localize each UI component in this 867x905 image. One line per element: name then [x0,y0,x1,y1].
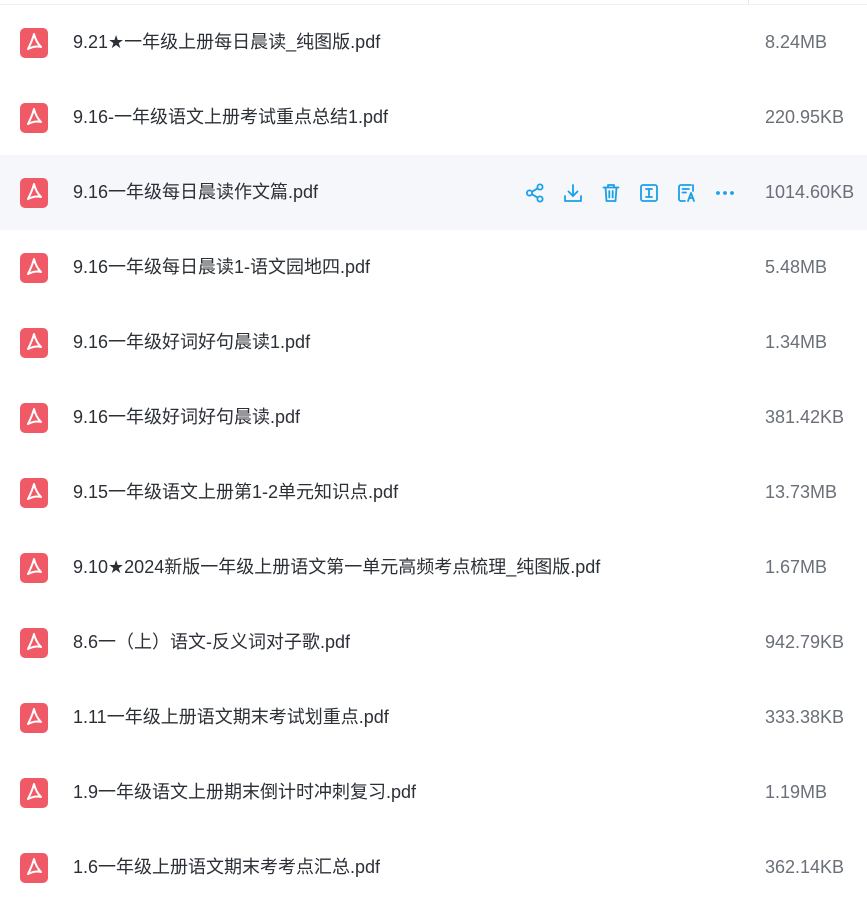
pdf-file-icon [20,853,48,883]
file-size: 8.24MB [765,32,828,52]
pdf-file-icon [20,478,48,508]
file-row[interactable]: 9.16一年级好词好句晨读1.pdf 1.34MB [0,305,867,380]
file-row-hovered[interactable]: 9.16一年级每日晨读作文篇.pdf 1014.60KB [0,155,867,230]
pdf-file-icon [20,253,48,283]
pdf-file-icon [20,628,48,658]
pdf-file-icon [20,103,48,133]
pdf-file-icon [20,178,48,208]
download-button[interactable] [560,180,586,206]
file-row[interactable]: 1.9一年级语文上册期末倒计时冲刺复习.pdf 1.19MB [0,755,867,830]
file-name[interactable]: 1.9一年级语文上册期末倒计时冲刺复习.pdf [73,755,416,830]
file-size: 942.79KB [765,632,845,652]
file-name[interactable]: 9.16一年级好词好句晨读1.pdf [73,305,310,380]
pdf-file-icon [20,403,48,433]
pdf-file-icon [20,28,48,58]
rename-button[interactable] [636,180,662,206]
file-row[interactable]: 8.6一（上）语文-反义词对子歌.pdf 942.79KB [0,605,867,680]
file-list: 9.21★一年级上册每日晨读_纯图版.pdf 8.24MB 9.16-一年级语文… [0,5,867,905]
more-button[interactable] [712,180,738,206]
delete-icon [602,184,620,202]
more-icon [716,191,734,195]
file-name[interactable]: 9.16-一年级语文上册考试重点总结1.pdf [73,80,388,155]
file-size: 13.73MB [765,482,838,502]
pdf-file-icon [20,328,48,358]
pdf-file-icon [20,703,48,733]
file-name[interactable]: 9.21★一年级上册每日晨读_纯图版.pdf [73,5,380,80]
rename-icon [640,184,658,202]
file-row[interactable]: 9.15一年级语文上册第1-2单元知识点.pdf 13.73MB [0,455,867,530]
file-name[interactable]: 9.16一年级每日晨读作文篇.pdf [73,155,318,230]
file-name[interactable]: 9.10★2024新版一年级上册语文第一单元高频考点梳理_纯图版.pdf [73,530,600,605]
file-size: 1.34MB [765,332,828,352]
pdf-file-icon [20,778,48,808]
file-size: 333.38KB [765,707,845,727]
file-size: 1.67MB [765,557,828,577]
download-icon [564,184,582,202]
file-row[interactable]: 9.10★2024新版一年级上册语文第一单元高频考点梳理_纯图版.pdf 1.6… [0,530,867,605]
share-button[interactable] [522,180,548,206]
file-name[interactable]: 9.16一年级好词好句晨读.pdf [73,380,300,455]
share-icon [526,183,544,203]
file-name[interactable]: 1.11一年级上册语文期末考试划重点.pdf [73,680,389,755]
copy-button[interactable] [674,180,700,206]
file-row[interactable]: 9.16一年级好词好句晨读.pdf 381.42KB [0,380,867,455]
pdf-file-icon [20,553,48,583]
file-name[interactable]: 9.16一年级每日晨读1-语文园地四.pdf [73,230,370,305]
file-row[interactable]: 9.21★一年级上册每日晨读_纯图版.pdf 8.24MB [0,5,867,80]
file-name[interactable]: 9.15一年级语文上册第1-2单元知识点.pdf [73,455,398,530]
file-name[interactable]: 8.6一（上）语文-反义词对子歌.pdf [73,605,350,680]
file-size: 1.19MB [765,782,828,802]
file-row[interactable]: 1.11一年级上册语文期末考试划重点.pdf 333.38KB [0,680,867,755]
row-action-bar [522,180,738,206]
copy-icon [678,184,695,202]
file-size: 220.95KB [765,107,845,127]
file-size: 1014.60KB [765,182,855,202]
delete-button[interactable] [598,180,624,206]
file-size: 5.48MB [765,257,828,277]
file-row[interactable]: 9.16一年级每日晨读1-语文园地四.pdf 5.48MB [0,230,867,305]
file-size: 381.42KB [765,407,845,427]
file-row[interactable]: 9.16-一年级语文上册考试重点总结1.pdf 220.95KB [0,80,867,155]
